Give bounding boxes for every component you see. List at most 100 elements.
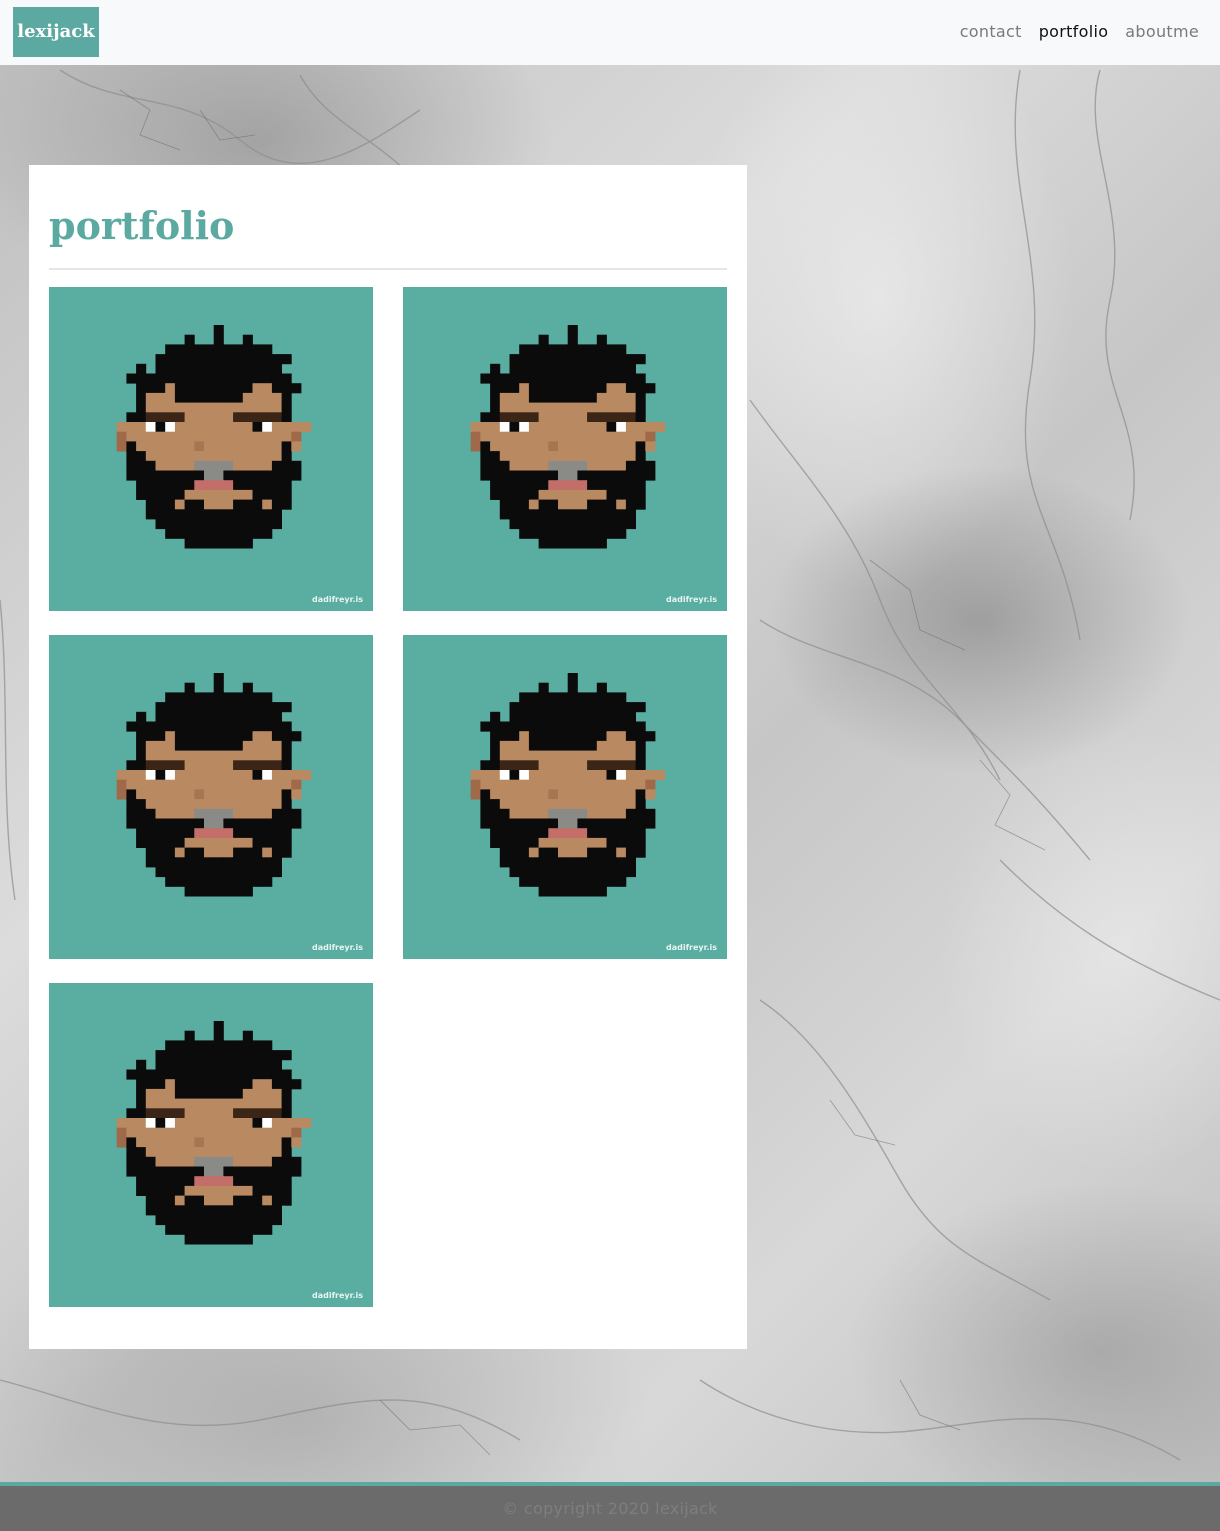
portrait-pixel <box>567 499 578 510</box>
portrait-pixel <box>538 509 549 520</box>
portrait-pixel <box>194 1195 205 1206</box>
portrait-pixel <box>635 354 646 365</box>
portrait-pixel <box>194 354 205 365</box>
portrait-pixel <box>252 1059 263 1070</box>
portrait-pixel <box>548 789 559 800</box>
portrait-pixel <box>204 1108 215 1119</box>
portrait-pixel <box>606 460 617 471</box>
gallery-image[interactable]: dadifreyr.is <box>49 635 373 959</box>
portrait-pixel <box>136 1166 147 1177</box>
portrait-pixel <box>233 1079 244 1090</box>
portrait-pixel <box>233 383 244 394</box>
portrait-pixel <box>194 721 205 732</box>
portrait-pixel <box>558 760 569 771</box>
portrait-pixel <box>242 344 253 355</box>
portrait-pixel <box>577 412 588 423</box>
portrait-pixel <box>145 509 156 520</box>
portrait-pixel <box>223 1050 234 1061</box>
portrait-pixel <box>223 789 234 800</box>
portrait-pixel <box>577 692 588 703</box>
portrait-pixel <box>194 808 205 819</box>
portrait-pixel <box>548 470 559 481</box>
portrait-pixel <box>587 886 598 897</box>
portrait-pixel <box>262 1195 273 1206</box>
portrait-pixel <box>174 789 185 800</box>
portrait-pixel <box>165 1059 176 1070</box>
portrait-pixel <box>165 808 176 819</box>
portrait-pixel <box>204 344 215 355</box>
portrait-pixel <box>470 789 481 800</box>
portrait-pixel <box>625 857 636 868</box>
portrait-pixel <box>635 489 646 500</box>
portrait-pixel <box>262 1050 273 1061</box>
portrait-pixel <box>645 460 656 471</box>
portrait-pixel <box>480 422 491 433</box>
portrait-pixel <box>204 808 215 819</box>
portrait-pixel <box>567 402 578 413</box>
portrait-pixel <box>606 412 617 423</box>
portrait-pixel <box>213 1234 224 1245</box>
portrait-pixel <box>271 789 282 800</box>
gallery-image[interactable]: dadifreyr.is <box>49 287 373 611</box>
nav-link-portfolio[interactable]: portfolio <box>1039 22 1109 41</box>
portrait-pixel <box>616 818 627 829</box>
portrait-pixel <box>242 1127 253 1138</box>
portrait-pixel <box>548 441 559 452</box>
portrait-pixel <box>528 431 539 442</box>
portrait-pixel <box>271 363 282 374</box>
portrait-pixel <box>204 876 215 887</box>
portrait-pixel <box>242 828 253 839</box>
portrait-pixel <box>204 1147 215 1158</box>
portrait-pixel <box>213 876 224 887</box>
portrait-pixel <box>145 789 156 800</box>
portrait-pixel <box>645 808 656 819</box>
portrait-pixel <box>635 422 646 433</box>
portrait-pixel <box>558 441 569 452</box>
portrait-pixel <box>616 779 627 790</box>
portrait-pixel <box>252 519 263 530</box>
portrait-pixel <box>223 363 234 374</box>
portrait-pixel <box>116 789 127 800</box>
portrait-pixel <box>509 441 520 452</box>
portrait-pixel <box>204 1088 215 1099</box>
nav-link-aboutme[interactable]: aboutme <box>1125 22 1199 41</box>
portrait-pixel <box>271 1127 282 1138</box>
portrait-pixel <box>490 431 501 442</box>
gallery-image[interactable]: dadifreyr.is <box>403 287 727 611</box>
portrait-pixel <box>480 412 491 423</box>
portrait-pixel <box>271 489 282 500</box>
portrait-pixel <box>262 837 273 848</box>
portrait-pixel <box>548 818 559 829</box>
portrait-pixel <box>281 818 292 829</box>
portrait-pixel <box>271 837 282 848</box>
portrait-pixel <box>558 509 569 520</box>
nav-link-contact[interactable]: contact <box>960 22 1022 41</box>
portrait-pixel <box>204 770 215 781</box>
portrait-pixel <box>645 470 656 481</box>
portrait-pixel <box>184 1108 195 1119</box>
portrait-pixel <box>262 392 273 403</box>
portrait-pixel <box>252 789 263 800</box>
gallery-image[interactable]: dadifreyr.is <box>403 635 727 959</box>
portrait-pixel <box>204 441 215 452</box>
portrait-pixel <box>519 711 530 722</box>
brand-logo-link[interactable]: lexijack <box>13 7 99 57</box>
portrait-pixel <box>204 828 215 839</box>
portrait-pixel <box>625 808 636 819</box>
portrait-pixel <box>616 799 627 810</box>
portrait-pixel <box>184 1040 195 1051</box>
portrait-pixel <box>194 1215 205 1226</box>
portrait-pixel <box>155 760 166 771</box>
portrait-pixel <box>155 402 166 413</box>
portrait-pixel <box>587 750 598 761</box>
portrait-pixel <box>252 692 263 703</box>
portrait-pixel <box>165 721 176 732</box>
portrait-pixel <box>155 451 166 462</box>
portrait-pixel <box>635 383 646 394</box>
portrait-pixel <box>538 789 549 800</box>
gallery-image[interactable]: dadifreyr.is <box>49 983 373 1307</box>
portrait-pixel <box>596 392 607 403</box>
portrait-pixel <box>262 1185 273 1196</box>
portrait-pixel <box>213 402 224 413</box>
portrait-pixel <box>567 750 578 761</box>
